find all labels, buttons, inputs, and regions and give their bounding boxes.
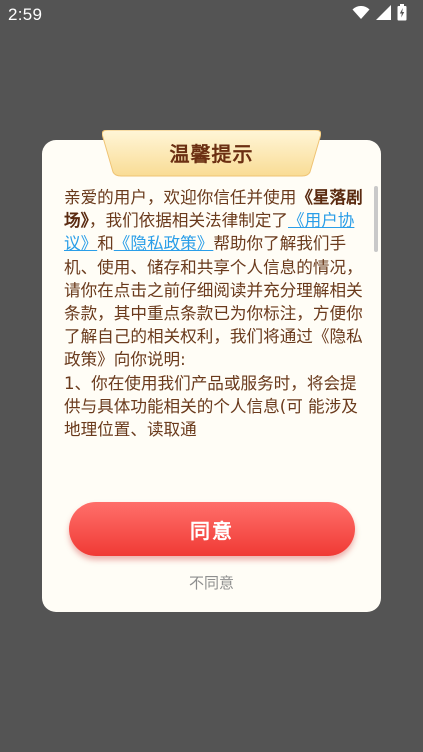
disagree-button[interactable]: 不同意 (42, 572, 381, 593)
dialog-title: 温馨提示 (169, 141, 254, 166)
body-and: 和 (97, 234, 114, 254)
status-time: 2:59 (8, 5, 43, 24)
title-banner: 温馨提示 (102, 130, 321, 178)
status-icons (352, 4, 407, 26)
dialog-content[interactable]: 亲爱的用户，欢迎你信任并使用《星落剧场》，我们依据相关法律制定了《用户协议》和《… (64, 186, 370, 485)
agree-button[interactable]: 同意 (69, 502, 355, 556)
signal-icon (376, 5, 391, 25)
body-text-4: 1、你在使用我们产品或服务时，将会提供与具体功能相关的个人信息(可 能涉及地理位… (64, 373, 358, 440)
privacy-dialog: 温馨提示 亲爱的用户，欢迎你信任并使用《星落剧场》，我们依据相关法律制定了《用户… (42, 130, 381, 612)
body-text-2: ，我们依据相关法律制定了 (88, 211, 289, 231)
body-intro: 亲爱的用户，欢迎你信任并使用 (64, 188, 297, 207)
wifi-icon (352, 5, 370, 25)
privacy-policy-link[interactable]: 《隐私政策》 (114, 234, 214, 253)
content-scrollbar[interactable] (374, 186, 378, 252)
battery-icon (397, 4, 407, 26)
status-bar: 2:59 (0, 0, 423, 30)
body-text-3: 帮助你了解我们手机、使用、储存和共享个人信息的情况，请你在点击之前仔细阅读并充分… (64, 234, 363, 370)
